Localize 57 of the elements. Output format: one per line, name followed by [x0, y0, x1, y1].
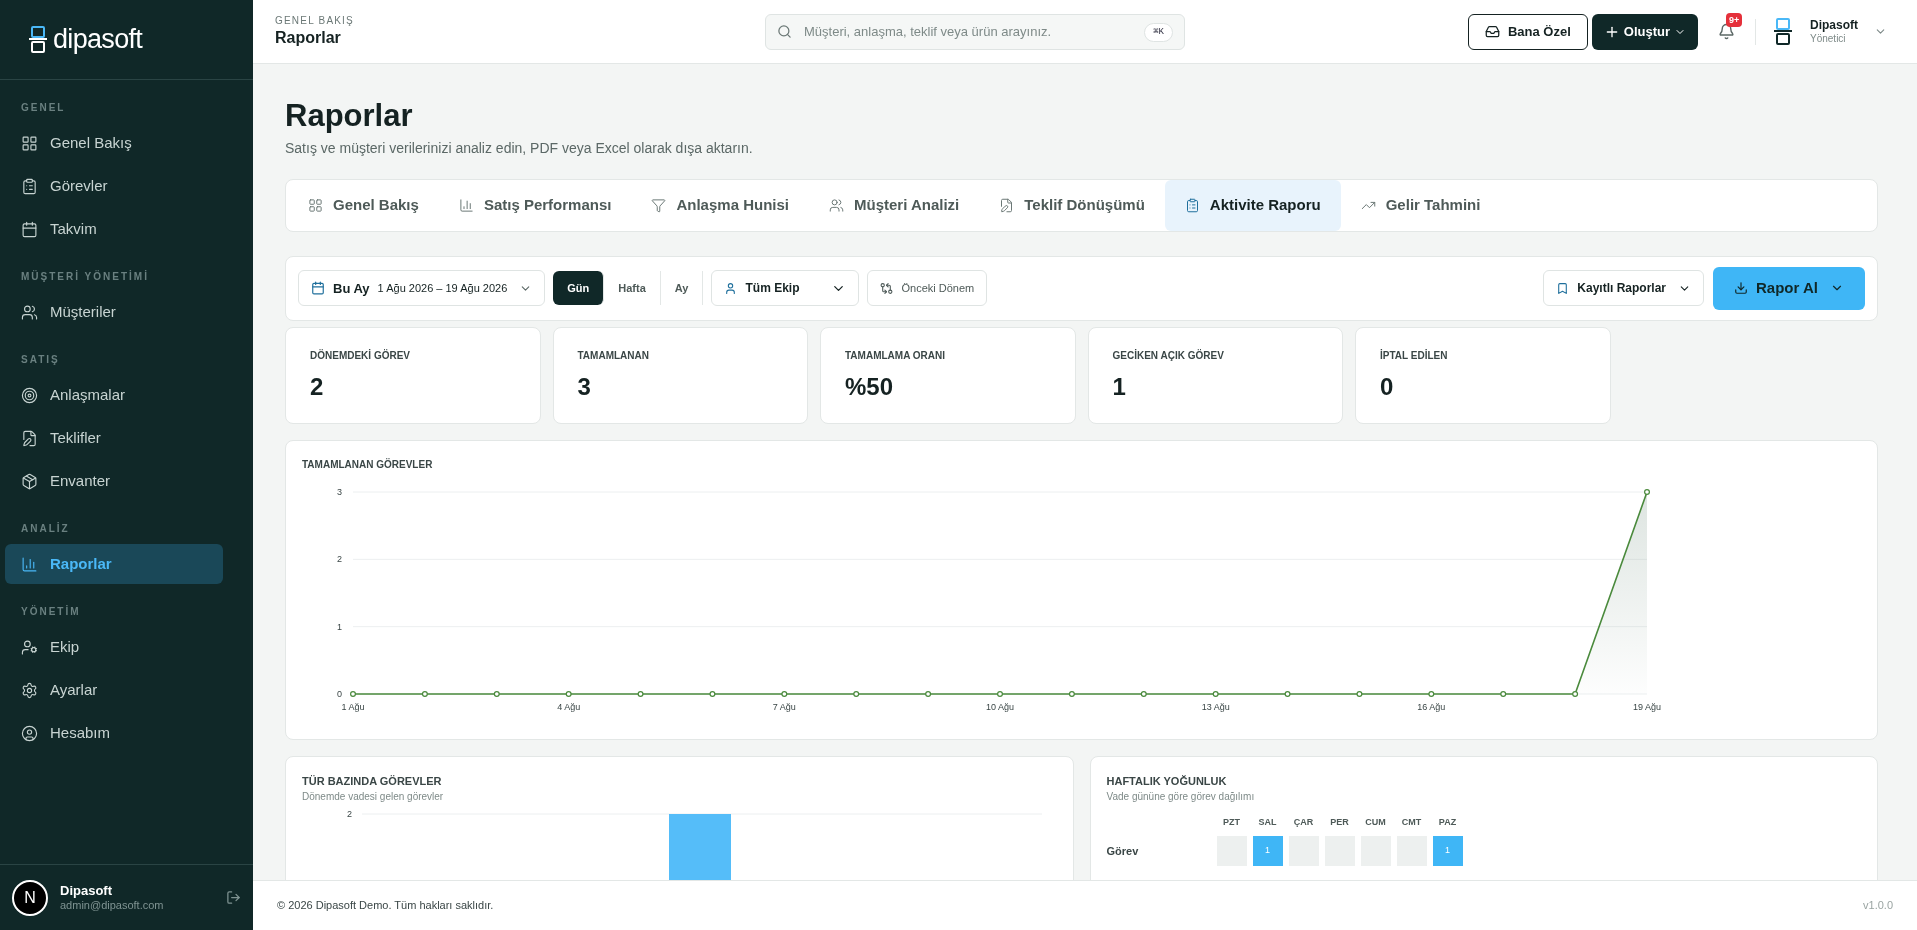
page-title: Raporlar: [285, 97, 414, 135]
stat-label: DÖNEMDEKİ GÖREV: [310, 348, 411, 363]
breadcrumb: GENEL BAKIŞ: [275, 15, 355, 28]
user-email: admin@dipasoft.com: [60, 898, 165, 913]
heatmap-subtitle: Vade gününe göre görev dağılımı: [1106, 790, 1256, 805]
stat-label: TAMAMLAMA ORANI: [845, 348, 946, 363]
heatmap-cell: 1: [1432, 835, 1463, 866]
chart-title: TÜR BAZINDA GÖREVLER: [302, 773, 443, 789]
day-label: PAZ: [1437, 816, 1458, 830]
x-tick-label: 16 Ağu: [1417, 701, 1446, 712]
day-label: ÇAR: [1292, 816, 1315, 830]
sidebar-section-title: ANALİZ: [20, 521, 71, 536]
notification-badge: 9+: [1726, 13, 1743, 27]
chart-subtitle: Dönemde vadesi gelen görevler: [302, 790, 445, 805]
header-title: Raporlar: [275, 27, 342, 48]
x-tick-label: 4 Ağu: [557, 701, 581, 712]
sidebar-section-title: SATIŞ: [20, 353, 61, 367]
y-axis-label: 2: [347, 809, 352, 820]
stat-value: 1: [1112, 371, 1127, 402]
heatmap-cell: 1: [1252, 835, 1283, 866]
x-tick-label: 1 Ağu: [341, 701, 365, 712]
sidebar-section-title: MÜŞTERİ YÖNETİMİ: [20, 269, 150, 284]
logo-text: dipasoft: [53, 23, 143, 57]
copyright-text: © 2026 Dipasoft Demo. Tüm hakları saklıdır.: [277, 898, 494, 914]
page-subtitle: Satış ve müşteri verilerinizi analiz edin, PDF veya Excel olarak dışa aktarın.: [285, 138, 754, 158]
header-user-name: Dipasoft: [1810, 17, 1858, 33]
stat-value: 3: [577, 371, 592, 402]
row-label: Görev: [1106, 843, 1140, 859]
stat-label: TAMAMLANAN: [577, 348, 650, 363]
period-range: 1 Ağu 2026 – 19 Ağu 2026: [377, 281, 508, 296]
version-text: v1.0.0: [1863, 898, 1893, 914]
stat-label: GECİKEN AÇIK GÖREV: [1112, 348, 1225, 363]
y-tick-label: 2: [337, 554, 342, 565]
y-tick-label: 0: [337, 688, 342, 699]
stat-value: %50: [845, 371, 895, 402]
period-label: Bu Ay: [333, 279, 370, 298]
day-label: SAL: [1257, 816, 1278, 830]
heatmap-title: HAFTALIK YOĞUNLUK: [1106, 773, 1228, 789]
x-tick-label: 19 Ağu: [1633, 701, 1661, 712]
day-label: PER: [1329, 816, 1350, 830]
x-tick-label: 7 Ağu: [772, 701, 796, 712]
sidebar-section-title: YÖNETİM: [20, 604, 82, 619]
user-name: Dipasoft: [60, 882, 113, 899]
chart-title: TAMAMLANAN GÖREVLER: [302, 457, 434, 472]
stat-value: 2: [310, 371, 325, 402]
stat-label: İPTAL EDİLEN: [1380, 348, 1449, 363]
day-label: CUM: [1364, 816, 1387, 830]
day-label: PZT: [1222, 816, 1241, 830]
header-user-role: Yönetici: [1810, 32, 1847, 46]
y-tick-label: 1: [337, 621, 342, 632]
day-label: CMT: [1400, 816, 1423, 830]
avatar: N: [12, 879, 48, 916]
sidebar-section-title: GENEL: [20, 101, 67, 115]
y-tick-label: 3: [337, 486, 342, 497]
x-tick-label: 10 Ağu: [986, 701, 1014, 712]
x-tick-label: 13 Ağu: [1201, 701, 1230, 712]
stat-value: 0: [1380, 371, 1395, 402]
